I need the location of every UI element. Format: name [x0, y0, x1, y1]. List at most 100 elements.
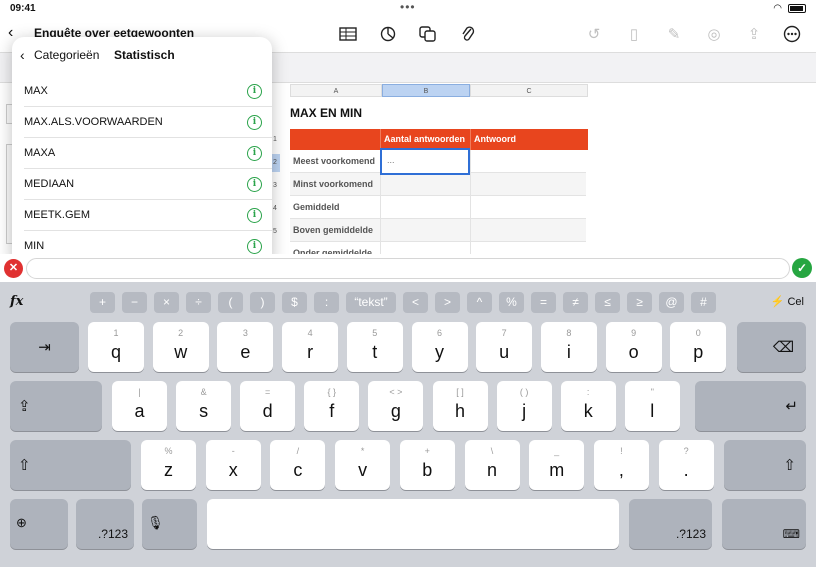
info-icon[interactable]: i: [247, 84, 262, 99]
shape-icon[interactable]: [418, 24, 438, 44]
symbol-key[interactable]: ): [250, 292, 275, 313]
table-header-cell[interactable]: [290, 129, 380, 150]
letter-key[interactable]: 8i: [540, 322, 597, 372]
table-row[interactable]: Boven gemiddelde: [290, 219, 586, 242]
tab-key[interactable]: ⇥: [10, 322, 79, 372]
letter-key[interactable]: | a: [112, 381, 167, 431]
selected-cell[interactable]: ...: [380, 148, 470, 175]
letter-key[interactable]: 7u: [476, 322, 533, 372]
symbol-key[interactable]: <: [403, 292, 428, 313]
info-icon[interactable]: i: [247, 239, 262, 254]
symbol-key[interactable]: “tekst”: [346, 292, 396, 313]
cancel-formula-button[interactable]: ✕: [4, 259, 23, 278]
space-key[interactable]: [207, 499, 619, 549]
letter-key[interactable]: [ ] h: [432, 381, 488, 431]
symbol-key[interactable]: ÷: [186, 292, 211, 313]
caps-lock-key[interactable]: ⇪: [10, 381, 102, 431]
shift-key-left[interactable]: ⇧: [10, 440, 131, 490]
letter-key[interactable]: " l: [624, 381, 680, 431]
column-header[interactable]: C: [470, 84, 588, 97]
letter-key[interactable]: ?.: [658, 440, 714, 490]
table-row[interactable]: Gemiddeld: [290, 196, 586, 219]
letter-key[interactable]: 9o: [605, 322, 662, 372]
delete-key[interactable]: ⌫: [737, 322, 806, 372]
numbers-key-left[interactable]: .?123: [76, 499, 134, 549]
letter-key[interactable]: 5t: [346, 322, 403, 372]
letter-key[interactable]: { } f: [304, 381, 360, 431]
chart-icon[interactable]: [378, 24, 398, 44]
letter-key[interactable]: & s: [176, 381, 232, 431]
table-row[interactable]: Onder gemiddelde: [290, 242, 586, 254]
more-icon[interactable]: [782, 24, 802, 44]
row-label[interactable]: Boven gemiddelde: [290, 219, 380, 241]
table-header-cell[interactable]: Antwoord: [470, 129, 588, 150]
table-row[interactable]: Minst voorkomend: [290, 173, 586, 196]
function-item[interactable]: MAXA i: [24, 138, 272, 169]
symbol-key[interactable]: >: [435, 292, 460, 313]
info-icon[interactable]: i: [247, 146, 262, 161]
shift-key-right[interactable]: ⇧: [724, 440, 806, 490]
function-item[interactable]: MAX i: [24, 76, 272, 107]
row-label[interactable]: Minst voorkomend: [290, 173, 380, 195]
globe-key[interactable]: ⊕: [10, 499, 68, 549]
letter-key[interactable]: :k: [560, 381, 616, 431]
comment-icon[interactable]: ◎: [704, 24, 724, 44]
letter-key[interactable]: 1q: [88, 322, 144, 372]
paperclip-icon[interactable]: [458, 24, 478, 44]
symbol-key[interactable]: (: [218, 292, 243, 313]
letter-key[interactable]: / c: [270, 440, 326, 490]
undo-icon[interactable]: ↺: [584, 24, 604, 44]
formula-input[interactable]: [26, 258, 790, 279]
letter-key[interactable]: 4r: [282, 322, 339, 372]
symbol-key[interactable]: =: [531, 292, 556, 313]
dictation-key[interactable]: 🎙︎: [142, 499, 197, 549]
symbol-key[interactable]: $: [282, 292, 307, 313]
letter-key[interactable]: \ n: [464, 440, 520, 490]
letter-key[interactable]: !,: [593, 440, 649, 490]
chevron-left-icon[interactable]: ‹: [20, 47, 25, 63]
letter-key[interactable]: 0p: [670, 322, 727, 372]
multitasking-dots[interactable]: •••: [400, 0, 416, 14]
letter-key[interactable]: 3e: [217, 322, 274, 372]
share-icon[interactable]: ⇪: [744, 24, 764, 44]
letter-key[interactable]: ( ) j: [496, 381, 552, 431]
row-label[interactable]: Onder gemiddelde: [290, 242, 380, 254]
symbol-key[interactable]: ≤: [595, 292, 620, 313]
paintbrush-icon[interactable]: ✎: [664, 24, 684, 44]
letter-key[interactable]: -x: [205, 440, 261, 490]
letter-key[interactable]: * v: [335, 440, 391, 490]
function-item[interactable]: MEDIAAN i: [24, 169, 272, 200]
function-item[interactable]: MAX.ALS.VOORWAARDEN i: [24, 107, 272, 138]
cell-reference-button[interactable]: ⚡ Cel: [771, 295, 804, 308]
table-icon[interactable]: [338, 24, 358, 44]
symbol-key[interactable]: −: [122, 292, 147, 313]
symbol-key[interactable]: ×: [154, 292, 179, 313]
clipboard-icon[interactable]: ▯: [624, 24, 644, 44]
function-item[interactable]: MEETK.GEM i: [24, 200, 272, 231]
numbers-key-right[interactable]: .?123: [629, 499, 712, 549]
letter-key[interactable]: + b: [399, 440, 455, 490]
letter-key[interactable]: = d: [240, 381, 296, 431]
symbol-key[interactable]: ^: [467, 292, 492, 313]
symbol-key[interactable]: %: [499, 292, 524, 313]
symbol-key[interactable]: ≠: [563, 292, 588, 313]
symbol-key[interactable]: #: [691, 292, 716, 313]
table-header-cell[interactable]: Aantal antwoorden: [380, 129, 470, 150]
symbol-key[interactable]: :: [314, 292, 339, 313]
hide-keyboard-key[interactable]: ⌨: [722, 499, 806, 549]
fx-button[interactable]: fx: [10, 294, 23, 309]
column-header[interactable]: A: [290, 84, 382, 97]
symbol-key[interactable]: @: [659, 292, 684, 313]
letter-key[interactable]: 6y: [411, 322, 468, 372]
accept-formula-button[interactable]: ✓: [792, 258, 812, 278]
categories-back-button[interactable]: Categorieën: [34, 48, 99, 62]
return-key[interactable]: ↵: [695, 381, 806, 431]
info-icon[interactable]: i: [247, 208, 262, 223]
symbol-key[interactable]: +: [90, 292, 115, 313]
row-label[interactable]: Meest voorkomend: [290, 150, 380, 172]
row-label[interactable]: Gemiddeld: [290, 196, 380, 218]
column-header[interactable]: B: [382, 84, 470, 97]
info-icon[interactable]: i: [247, 115, 262, 130]
letter-key[interactable]: < > g: [368, 381, 424, 431]
info-icon[interactable]: i: [247, 177, 262, 192]
